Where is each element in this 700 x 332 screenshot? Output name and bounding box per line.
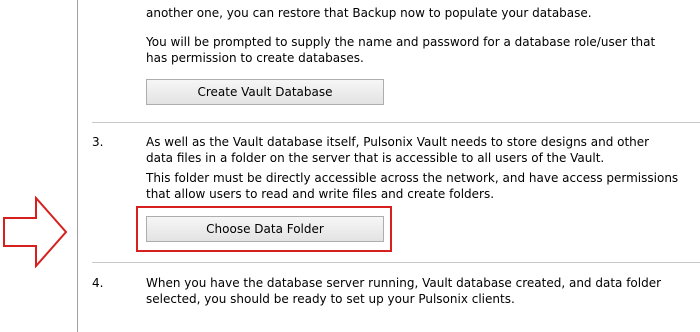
section-divider-2 [92,262,700,263]
step-4-text-line-2: selected, you should be ready to set up … [146,292,515,306]
step-3-text-line-2: data files in a folder on the server tha… [146,151,605,165]
step-3-number: 3. [92,135,104,149]
create-vault-database-button[interactable]: Create Vault Database [146,79,384,105]
step-3-text-line-3: This folder must be directly accessible … [146,171,679,185]
step-3-text-line-4: that allow users to read and write files… [146,187,495,201]
choose-data-folder-button[interactable]: Choose Data Folder [146,216,384,242]
step-4-text-line-1: When you have the database server runnin… [146,276,662,290]
section-divider-1 [92,122,700,123]
step-4-number: 4. [92,276,104,290]
top-text-line-2: You will be prompted to supply the name … [146,35,656,49]
left-margin-line [77,0,78,332]
help-page: another one, you can restore that Backup… [0,0,700,332]
top-text-line-1: another one, you can restore that Backup… [146,6,592,20]
step-3-text-line-1: As well as the Vault database itself, Pu… [146,135,650,149]
top-text-line-3: has permission to create databases. [146,51,364,65]
right-arrow-outline-icon [3,196,68,268]
